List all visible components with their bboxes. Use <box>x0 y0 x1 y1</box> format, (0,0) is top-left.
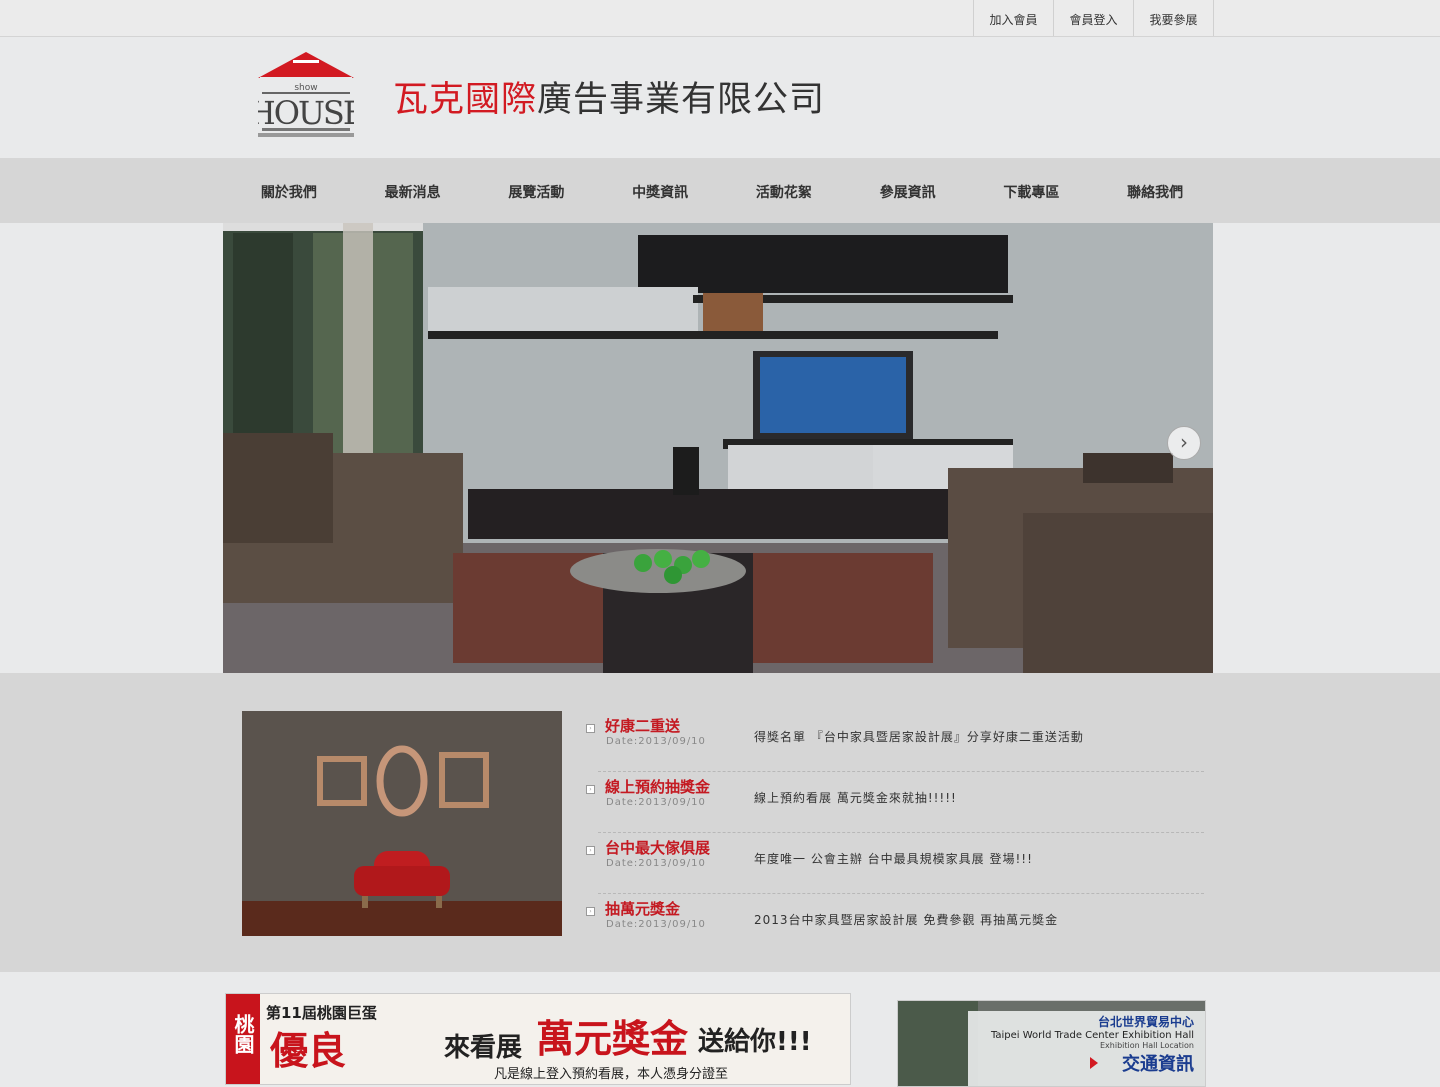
svg-text:交通資訊: 交通資訊 <box>1122 1053 1194 1075</box>
svg-text:優良: 優良 <box>269 1029 346 1073</box>
news-description[interactable]: 年度唯一 公會主辦 台中最具規模家具展 登場!!! <box>754 850 1033 867</box>
chevron-right-icon: › <box>1180 430 1188 454</box>
divider <box>598 893 1204 894</box>
news-date: Date:2013/09/10 <box>606 919 706 930</box>
news-item[interactable]: › 線上預約抽獎金 Date:2013/09/10 線上預約看展 萬元獎金來就抽… <box>586 774 1206 835</box>
svg-text:第11屆桃園巨蛋: 第11屆桃園巨蛋 <box>266 1004 377 1022</box>
arrow-bullet-icon: › <box>586 785 595 794</box>
exhibit-signup-link[interactable]: 我要參展 <box>1133 0 1214 36</box>
news-date: Date:2013/09/10 <box>606 858 706 869</box>
svg-text:HOUSE: HOUSE <box>258 94 354 132</box>
exhibition-banner[interactable]: 桃園 第11屆桃園巨蛋 優良 來看展 萬元獎金 送給你!!! 凡是線上登入預約看… <box>225 993 851 1085</box>
main-nav: 關於我們 最新消息 展覽活動 中獎資訊 活動花絮 參展資訊 下載專區 聯絡我們 <box>227 158 1217 223</box>
nav-exhibitions[interactable]: 展覽活動 <box>475 158 599 223</box>
company-logo[interactable]: show HOUSE <box>248 52 366 138</box>
company-name-red: 瓦克國際 <box>393 80 538 120</box>
nav-downloads[interactable]: 下載專區 <box>970 158 1094 223</box>
top-bar: 加入會員 會員登入 我要參展 <box>0 0 1440 37</box>
divider <box>598 771 1204 772</box>
nav-about[interactable]: 關於我們 <box>227 158 351 223</box>
slider-next-button[interactable]: › <box>1167 426 1201 460</box>
join-member-link[interactable]: 加入會員 <box>973 0 1053 36</box>
svg-text:送給你!!!: 送給你!!! <box>698 1026 812 1057</box>
svg-text:來看展: 來看展 <box>444 1033 522 1063</box>
svg-text:Exhibition Hall Location: Exhibition Hall Location <box>1100 1041 1194 1050</box>
news-list: › 好康二重送 Date:2013/09/10 得獎名單 『台中家具暨居家設計展… <box>586 713 1206 957</box>
svg-text:台北世界貿易中心: 台北世界貿易中心 <box>1098 1014 1194 1029</box>
company-name-dark: 廣告事業有限公司 <box>537 80 826 120</box>
news-title[interactable]: 抽萬元獎金 <box>605 898 680 919</box>
news-description[interactable]: 得獎名單 『台中家具暨居家設計展』分享好康二重送活動 <box>754 728 1084 745</box>
arrow-bullet-icon: › <box>586 724 595 733</box>
news-item[interactable]: › 好康二重送 Date:2013/09/10 得獎名單 『台中家具暨居家設計展… <box>586 713 1206 774</box>
news-description[interactable]: 2013台中家具暨居家設計展 免費參觀 再抽萬元獎金 <box>754 911 1058 928</box>
news-feature-image[interactable] <box>242 711 562 936</box>
news-description[interactable]: 線上預約看展 萬元獎金來就抽!!!!! <box>754 789 957 806</box>
news-item[interactable]: › 台中最大傢俱展 Date:2013/09/10 年度唯一 公會主辦 台中最具… <box>586 835 1206 896</box>
svg-text:show: show <box>294 83 317 93</box>
nav-winners[interactable]: 中獎資訊 <box>598 158 722 223</box>
nav-exhibitor-info[interactable]: 參展資訊 <box>846 158 970 223</box>
hero-slider[interactable]: › <box>223 223 1213 673</box>
news-title[interactable]: 台中最大傢俱展 <box>605 837 710 858</box>
divider <box>598 832 1204 833</box>
nav-gallery[interactable]: 活動花絮 <box>722 158 846 223</box>
traffic-info-banner[interactable]: 台北世界貿易中心 Taipei World Trade Center Exhib… <box>897 1000 1206 1087</box>
main-nav-band: 關於我們 最新消息 展覽活動 中獎資訊 活動花絮 參展資訊 下載專區 聯絡我們 <box>0 158 1440 223</box>
member-links: 加入會員 會員登入 我要參展 <box>973 0 1214 36</box>
svg-text:Taipei World Trade Center Exhi: Taipei World Trade Center Exhibition Hal… <box>990 1030 1194 1041</box>
news-title[interactable]: 線上預約抽獎金 <box>605 776 710 797</box>
svg-text:萬元獎金: 萬元獎金 <box>536 1017 689 1061</box>
news-section: › 好康二重送 Date:2013/09/10 得獎名單 『台中家具暨居家設計展… <box>0 673 1440 972</box>
header: show HOUSE 瓦克國際廣告事業有限公司 <box>0 37 1440 158</box>
arrow-bullet-icon: › <box>586 846 595 855</box>
news-date: Date:2013/09/10 <box>606 797 706 808</box>
nav-news[interactable]: 最新消息 <box>351 158 475 223</box>
member-login-link[interactable]: 會員登入 <box>1053 0 1133 36</box>
company-name: 瓦克國際廣告事業有限公司 <box>393 80 825 120</box>
news-title[interactable]: 好康二重送 <box>605 715 680 736</box>
hero-living-room-image <box>223 223 1213 673</box>
svg-text:桃園: 桃園 <box>231 1014 255 1055</box>
news-date: Date:2013/09/10 <box>606 736 706 747</box>
news-item[interactable]: › 抽萬元獎金 Date:2013/09/10 2013台中家具暨居家設計展 免… <box>586 896 1206 957</box>
arrow-bullet-icon: › <box>586 907 595 916</box>
nav-contact[interactable]: 聯絡我們 <box>1093 158 1217 223</box>
